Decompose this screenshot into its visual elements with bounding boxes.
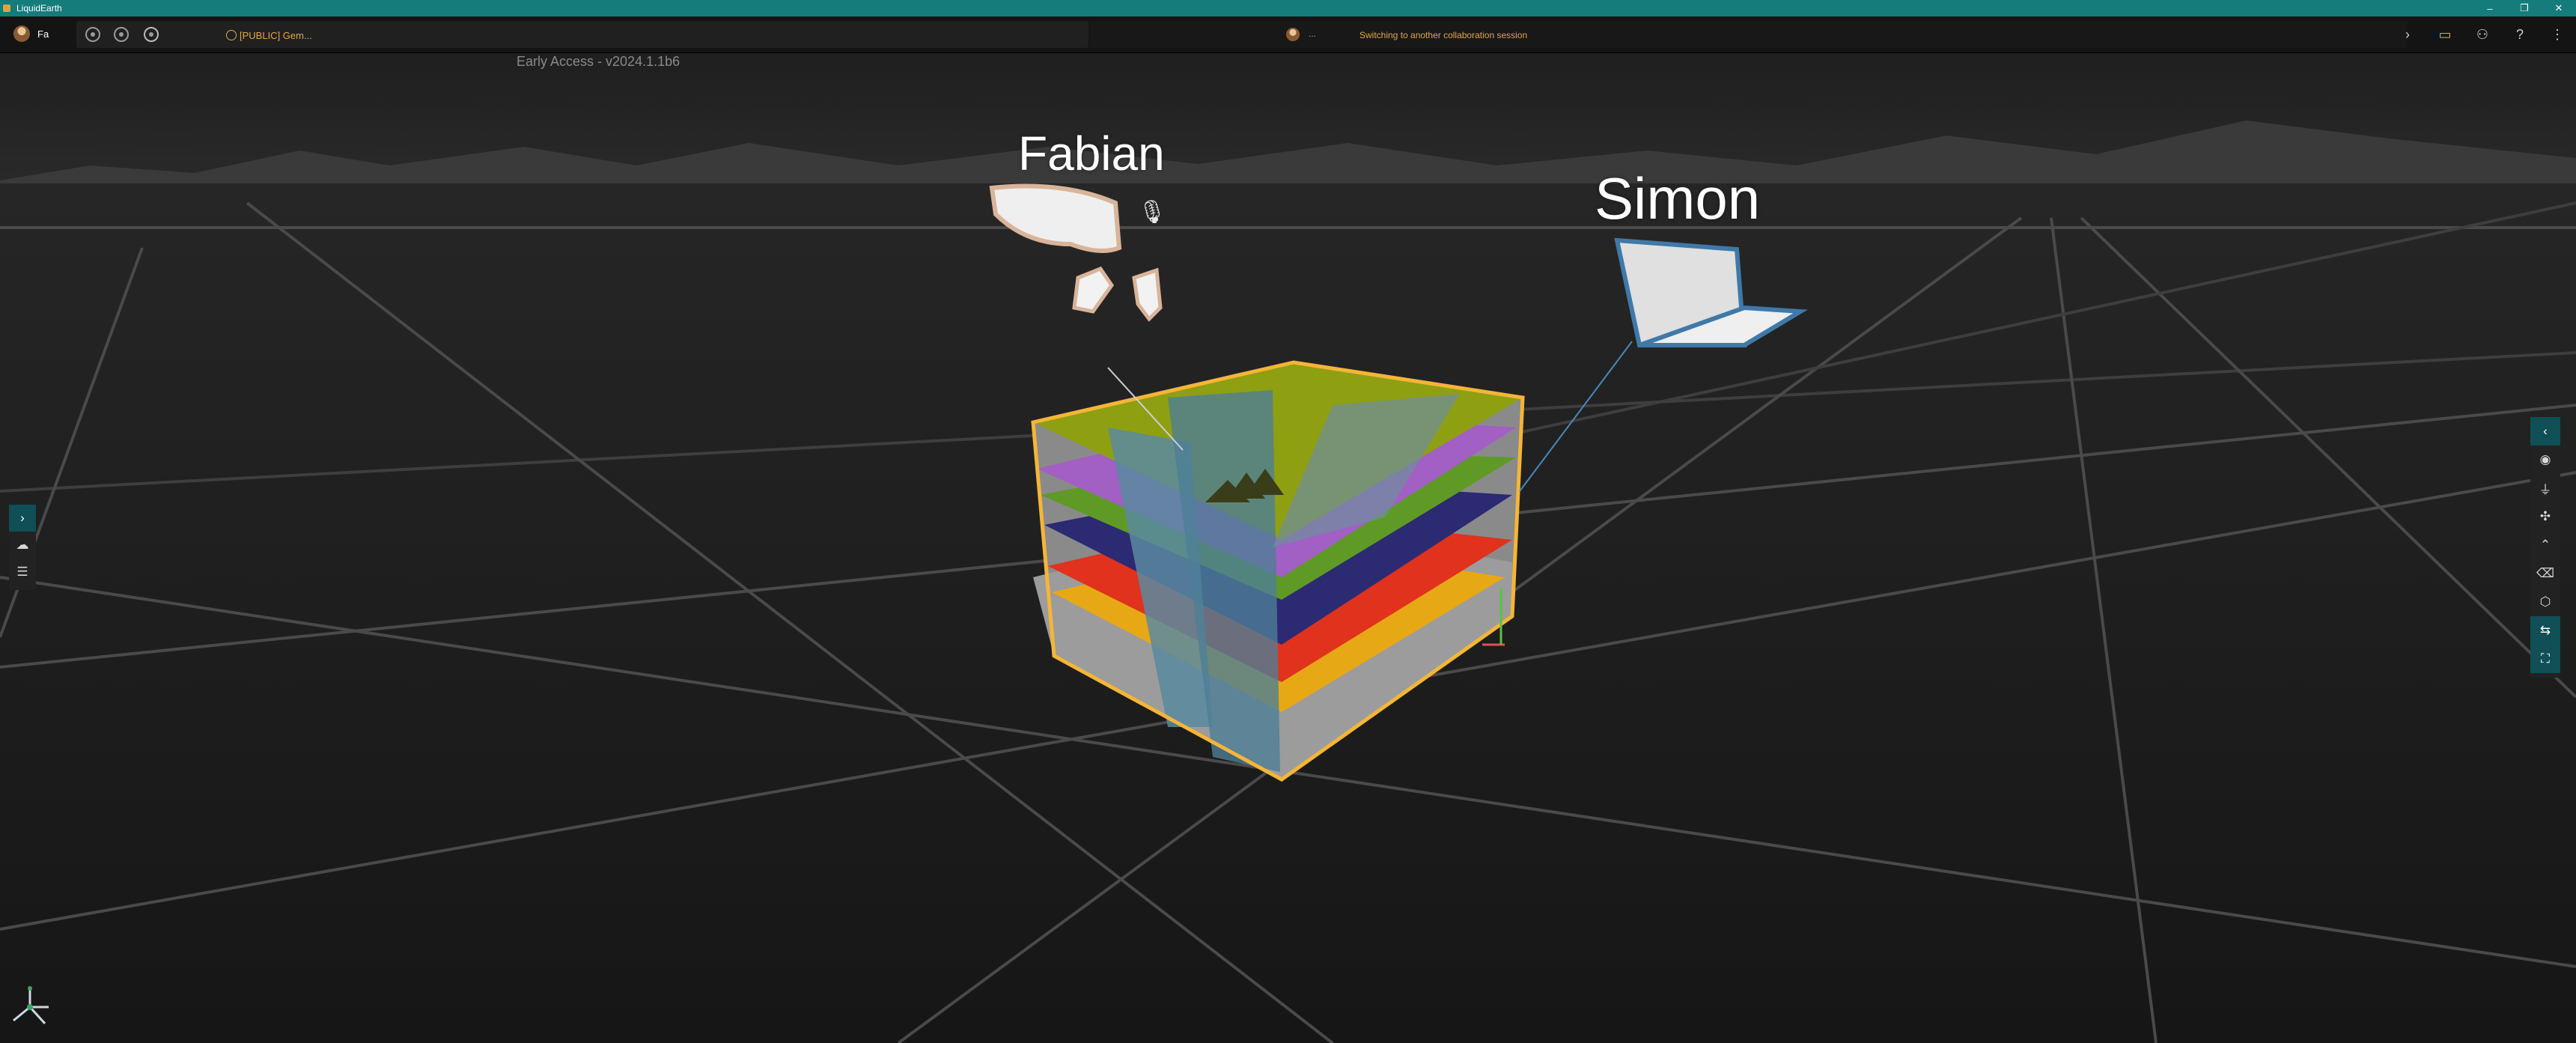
split-icon[interactable]: ⇆ — [2530, 616, 2560, 645]
eye-icon[interactable]: ◉ — [2530, 446, 2560, 474]
left-side-panel: › ☁ ☰ — [9, 505, 36, 590]
user-label: Fa — [37, 28, 49, 40]
record-button[interactable] — [144, 27, 159, 42]
list-icon[interactable]: ☰ — [9, 559, 36, 586]
users-icon[interactable]: ⚇ — [2464, 27, 2501, 43]
cube-icon[interactable]: ⬡ — [2530, 588, 2560, 616]
window-title: LiquidEarth — [16, 3, 62, 13]
axis-gizmo-icon[interactable] — [7, 985, 52, 1030]
more-vertical-icon[interactable]: ⋮ — [2539, 27, 2576, 43]
chevron-right-icon[interactable]: › — [9, 505, 36, 532]
user-avatar — [13, 25, 30, 42]
chevron-right-icon[interactable]: › — [2389, 27, 2426, 43]
video-icon[interactable]: ▭ — [2426, 27, 2464, 43]
cloud-icon[interactable]: ☁ — [9, 532, 36, 559]
fullscreen-icon[interactable]: ⛶ — [2530, 645, 2560, 673]
erase-icon[interactable]: ⌫ — [2530, 559, 2560, 588]
back-button[interactable] — [85, 27, 100, 42]
session-bar: [PUBLIC] Gem... — [76, 21, 1088, 48]
globe-icon — [226, 30, 237, 40]
participant-name-simon: Simon — [1595, 165, 1761, 231]
hierarchy-icon[interactable]: ⏚ — [2530, 474, 2560, 502]
help-icon[interactable]: ? — [2501, 27, 2539, 43]
collaboration-bar: ... Switching to another collaboration s… — [1090, 21, 2408, 48]
app-logo-icon — [3, 4, 10, 12]
participant-avatar — [1286, 28, 1300, 41]
user-menu[interactable]: Fa — [13, 25, 49, 42]
toolbar-right-icons: › ▭ ⚇ ? ⋮ — [2389, 16, 2576, 52]
collaboration-status: Switching to another collaboration sessi… — [1359, 30, 1528, 40]
right-side-panel: ‹ ◉ ⏚ ✣ ⌃ ⌫ ⬡ ⇆ ⛶ — [2530, 417, 2560, 678]
participant-name-fabian: Fabian — [1018, 127, 1165, 180]
svg-text:🎙: 🎙 — [1138, 199, 1166, 225]
forward-button[interactable] — [114, 27, 129, 42]
window-titlebar: LiquidEarth – ❐ ✕ — [0, 0, 2576, 16]
3d-viewport[interactable]: 🎙 — [0, 53, 2576, 1043]
top-toolbar: Fa [PUBLIC] Gem... ... Switching to anot… — [0, 16, 2576, 53]
chevron-left-icon[interactable]: ‹ — [2530, 417, 2560, 446]
minimize-button[interactable]: – — [2473, 0, 2507, 16]
orbit-icon[interactable]: ✣ — [2530, 502, 2560, 531]
collapse-up-icon[interactable]: ⌃ — [2530, 531, 2560, 559]
maximize-button[interactable]: ❐ — [2507, 0, 2542, 16]
window-controls: – ❐ ✕ — [2473, 0, 2576, 16]
session-name[interactable]: [PUBLIC] Gem... — [240, 30, 312, 41]
close-button[interactable]: ✕ — [2542, 0, 2576, 16]
version-text: Early Access - v2024.1.1b6 — [517, 54, 680, 69]
participant-initial: ... — [1309, 28, 1317, 39]
